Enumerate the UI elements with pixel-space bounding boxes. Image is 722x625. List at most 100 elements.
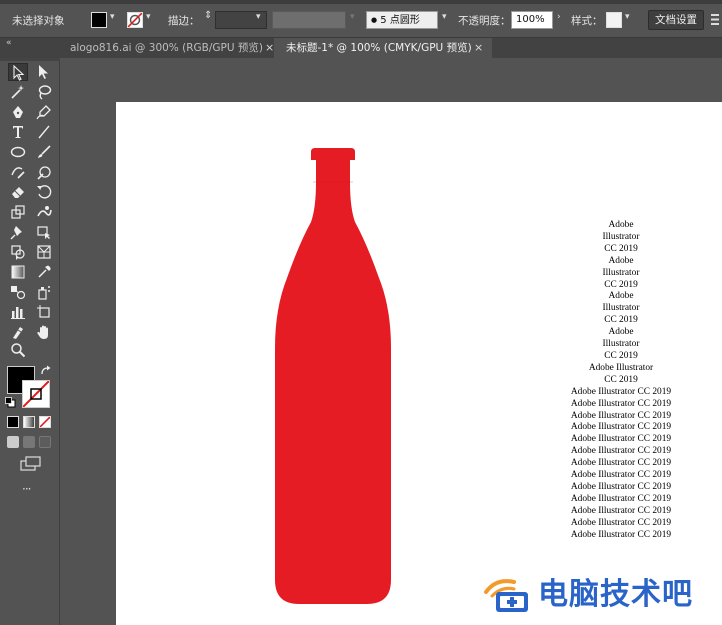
artboard-text-frame[interactable]: Adobe Illustrator CC 2019 Adobe Illustrator C… [556, 220, 686, 541]
text-line: Adobe Illustrator CC 2019 [570, 458, 672, 469]
scale-tool[interactable] [8, 203, 28, 221]
screen-mode-icon[interactable] [20, 456, 42, 472]
perspective-grid-icon [37, 245, 51, 259]
text-line: Illustrator [602, 303, 640, 314]
hand-tool[interactable] [34, 323, 54, 341]
brush-definition[interactable]: ● 5 点圆形 [366, 11, 438, 29]
symbol-sprayer-icon [38, 286, 50, 300]
paintbrush-tool[interactable] [34, 143, 54, 161]
panel-menu-icon[interactable] [711, 13, 721, 27]
style-label: 样式： [571, 15, 603, 27]
document-settings-button[interactable]: 文档设置 [648, 10, 704, 30]
pen-nib-icon [13, 106, 23, 118]
text-line: Adobe Illustrator CC 2019 [570, 422, 672, 433]
toolbar-grip [0, 58, 60, 61]
stroke-dropdown-icon[interactable]: ▾ [146, 12, 151, 22]
slice-tool[interactable] [8, 323, 28, 341]
zoom-magnifier-icon [11, 343, 26, 358]
fill-dropdown-icon[interactable]: ▾ [110, 12, 115, 22]
selection-arrow-icon [13, 65, 25, 81]
close-icon[interactable]: × [474, 38, 483, 58]
fill-swatch[interactable] [91, 12, 107, 28]
document-tab-bar: alogo816.ai @ 300% (RGB/GPU 预览) × 未标题-1*… [0, 38, 722, 58]
menu-strip [0, 0, 722, 4]
shape-builder-tool[interactable] [8, 243, 28, 261]
gradient-mode-button[interactable] [23, 416, 35, 428]
text-line: CC 2019 [604, 374, 638, 385]
default-fill-stroke-icon[interactable] [5, 397, 17, 409]
control-bar: 未选择对象 ▾ ▾ 描边： ⇕ ▾ ▾ ● 5 点圆形 ▾ 不透明度： 100%… [0, 0, 722, 38]
text-line: Adobe Illustrator CC 2019 [570, 481, 672, 492]
variable-width-profile[interactable] [272, 11, 346, 29]
zoom-tool[interactable] [8, 341, 28, 359]
warp-tool[interactable] [34, 203, 54, 221]
text-line: CC 2019 [604, 315, 638, 326]
warp-icon [37, 206, 52, 217]
tab-alogo816[interactable]: alogo816.ai @ 300% (RGB/GPU 预览) [58, 38, 273, 58]
selection-tool[interactable] [8, 63, 28, 81]
type-t-icon [13, 126, 23, 138]
opacity-arrow-icon[interactable]: › [557, 12, 561, 22]
text-line: CC 2019 [604, 243, 638, 254]
selection-status: 未选择对象 [12, 15, 65, 27]
text-line: Adobe Illustrator CC 2019 [570, 517, 672, 528]
text-line: Adobe [608, 291, 634, 302]
profile-dropdown-icon[interactable]: ▾ [350, 12, 355, 22]
lasso-tool[interactable] [34, 83, 54, 101]
red-bottle-shape[interactable] [271, 148, 395, 606]
curvature-tool[interactable] [34, 103, 54, 121]
rotate-tool[interactable] [34, 183, 54, 201]
artboard-tool[interactable] [34, 303, 54, 321]
tab-untitled-1[interactable]: 未标题-1* @ 100% (CMYK/GPU 预览) [274, 38, 492, 58]
text-line: Adobe Illustrator CC 2019 [570, 410, 672, 421]
watermark-text: 电脑技术吧 [538, 577, 693, 612]
stroke-weight-stepper-icon[interactable]: ⇕ [204, 10, 212, 21]
stroke-swatch[interactable] [127, 12, 143, 28]
draw-behind-button[interactable] [23, 436, 35, 448]
artboard[interactable]: Adobe Illustrator CC 2019 Adobe Illustrator C… [116, 102, 722, 625]
free-transform-tool[interactable] [34, 223, 54, 241]
scale-icon [11, 205, 25, 219]
eraser-icon [12, 187, 24, 198]
swap-fill-stroke-icon[interactable] [40, 365, 52, 377]
shaper-tool[interactable] [8, 163, 28, 181]
eyedropper-tool[interactable] [34, 263, 54, 281]
gradient-tool[interactable] [8, 263, 28, 281]
close-icon[interactable]: × [265, 38, 274, 58]
symbol-sprayer-tool[interactable] [34, 283, 54, 301]
stroke-color-box[interactable] [22, 380, 50, 408]
line-segment-tool[interactable] [34, 123, 54, 141]
stroke-label: 描边： [168, 15, 200, 27]
illustrator-window: 未选择对象 ▾ ▾ 描边： ⇕ ▾ ▾ ● 5 点圆形 ▾ 不透明度： 100%… [0, 0, 722, 625]
perspective-grid-tool[interactable] [34, 243, 54, 261]
text-line: Illustrator [602, 231, 640, 242]
draw-normal-button[interactable] [7, 436, 19, 448]
brush-dropdown-icon[interactable]: ▾ [442, 12, 447, 22]
tools-panel: ··· [0, 58, 60, 625]
eraser-tool[interactable] [8, 183, 28, 201]
collapse-panels-icon[interactable]: « [6, 38, 12, 48]
magic-wand-icon [11, 85, 24, 99]
column-graph-tool[interactable] [8, 303, 28, 321]
style-dropdown-icon[interactable]: ▾ [625, 12, 630, 22]
direct-selection-tool[interactable] [34, 63, 54, 81]
eyedropper-icon [38, 265, 51, 278]
curvature-pen-icon [36, 105, 51, 120]
pen-tool[interactable] [8, 103, 28, 121]
opacity-field[interactable]: 100% [511, 11, 553, 29]
type-tool[interactable] [8, 123, 28, 141]
blend-tool[interactable] [8, 283, 28, 301]
none-slash-icon [40, 417, 50, 427]
magic-wand-tool[interactable] [8, 83, 28, 101]
ellipse-tool[interactable] [8, 143, 28, 161]
color-mode-button[interactable] [7, 416, 19, 428]
blend-icon [11, 286, 26, 300]
blob-brush-tool[interactable] [34, 163, 54, 181]
graphic-style-swatch[interactable] [606, 12, 622, 28]
stroke-weight-dropdown-icon[interactable]: ▾ [256, 12, 261, 22]
draw-inside-button[interactable] [39, 436, 51, 448]
puppet-warp-tool[interactable] [8, 223, 28, 241]
edit-toolbar-icon[interactable]: ··· [22, 482, 32, 496]
canvas-area[interactable]: Adobe Illustrator CC 2019 Adobe Illustrator C… [60, 58, 722, 625]
none-mode-button[interactable] [39, 416, 51, 428]
